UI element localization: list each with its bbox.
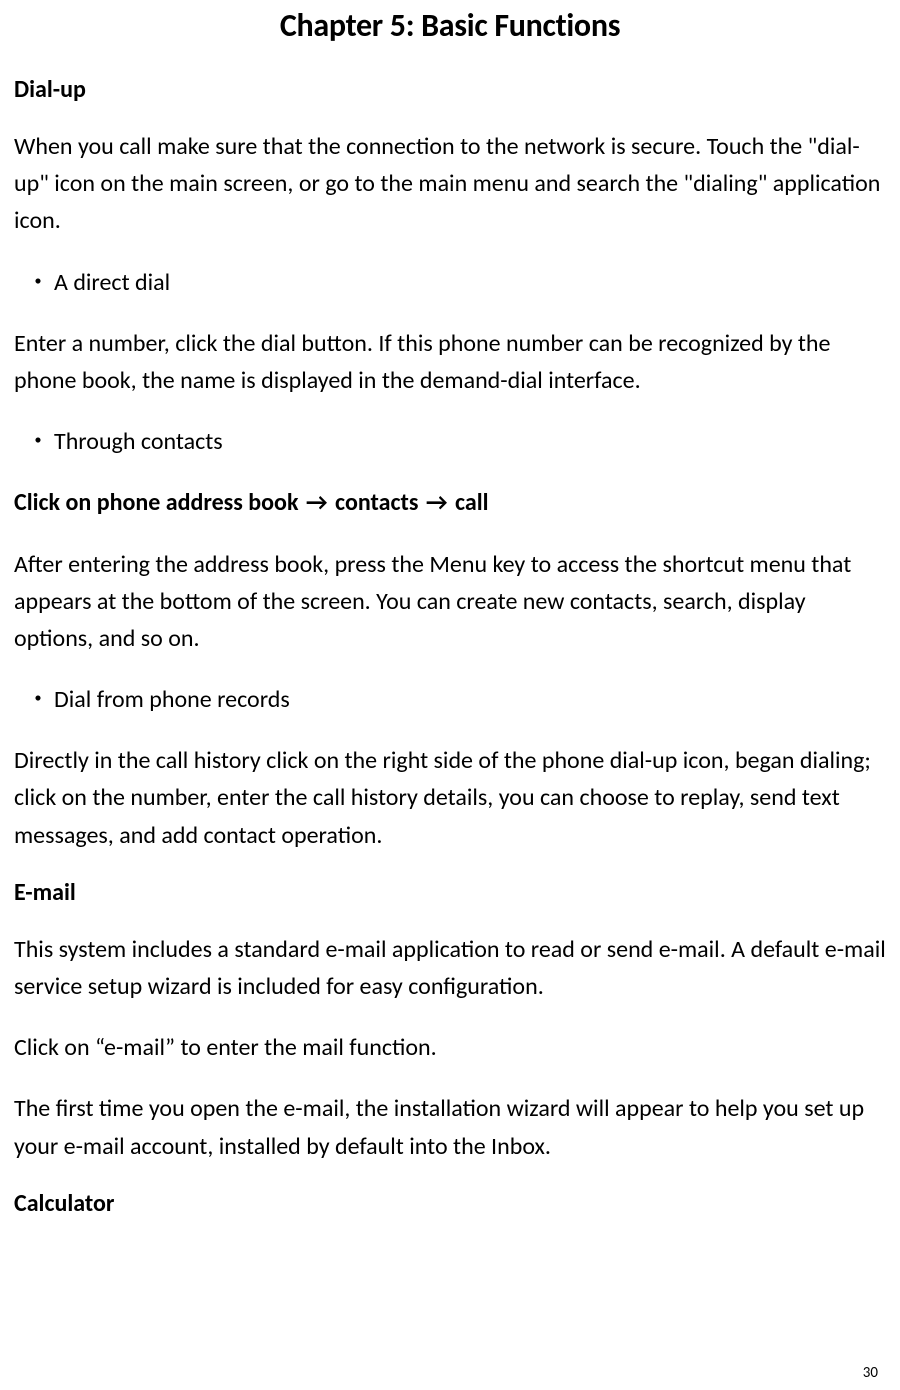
bullet-direct-dial: ・A direct dial bbox=[14, 264, 886, 301]
bullet-text: Dial from phone records bbox=[54, 685, 290, 714]
bullet-icon: ・ bbox=[26, 264, 54, 301]
arrow-icon: → bbox=[424, 484, 450, 521]
arrow-icon: → bbox=[304, 484, 330, 521]
paragraph-direct-dial: Enter a number, click the dial button. I… bbox=[14, 325, 886, 399]
paragraph-dialup-intro: When you call make sure that the connect… bbox=[14, 128, 886, 240]
bullet-from-records: ・Dial from phone records bbox=[14, 681, 886, 718]
page-number: 30 bbox=[863, 1364, 878, 1382]
bullet-text: Through contacts bbox=[54, 427, 223, 456]
paragraph-records: Directly in the call history click on th… bbox=[14, 742, 886, 854]
paragraph-email-2: Click on “e-mail” to enter the mail func… bbox=[14, 1029, 886, 1066]
paragraph-after-addressbook: After entering the address book, press t… bbox=[14, 546, 886, 658]
document-page: Chapter 5: Basic Functions Dial-up When … bbox=[0, 0, 900, 1390]
paragraph-email-3: The first time you open the e-mail, the … bbox=[14, 1090, 886, 1164]
nav-path-prefix: Click on phone address book bbox=[14, 488, 304, 517]
paragraph-email-1: This system includes a standard e-mail a… bbox=[14, 931, 886, 1005]
bullet-icon: ・ bbox=[26, 681, 54, 718]
chapter-title: Chapter 5: Basic Functions bbox=[14, 6, 886, 45]
nav-path-call: call bbox=[450, 488, 489, 517]
section-heading-email: E-mail bbox=[14, 878, 886, 907]
bullet-through-contacts: ・Through contacts bbox=[14, 423, 886, 460]
section-heading-dialup: Dial-up bbox=[14, 75, 886, 104]
section-heading-calculator: Calculator bbox=[14, 1189, 886, 1218]
nav-path: Click on phone address book → contacts →… bbox=[14, 484, 886, 521]
bullet-text: A direct dial bbox=[54, 268, 170, 297]
bullet-icon: ・ bbox=[26, 423, 54, 460]
nav-path-contacts: contacts bbox=[330, 488, 424, 517]
